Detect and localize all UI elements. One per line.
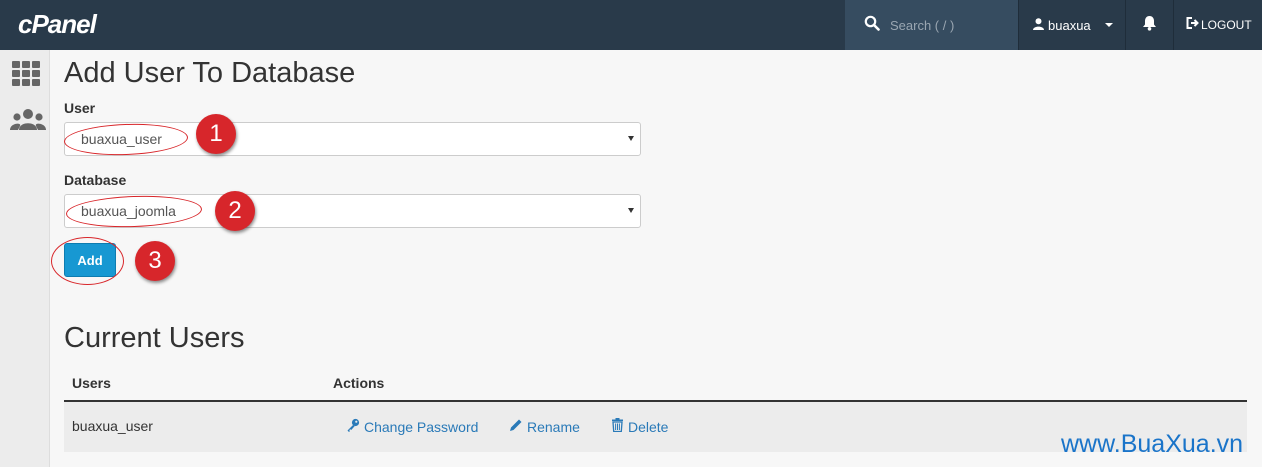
page-title: Add User To Database: [64, 57, 356, 89]
logout-button[interactable]: LOGOUT: [1186, 17, 1252, 32]
delete-link[interactable]: Delete: [611, 418, 668, 435]
top-navbar: cPanel buaxua LOGOUT: [0, 0, 1262, 50]
change-password-label: Change Password: [364, 418, 479, 435]
search-input[interactable]: [890, 15, 1010, 35]
rename-link[interactable]: Rename: [509, 418, 580, 435]
select-arrow-icon: [628, 136, 634, 141]
column-header-users: Users: [72, 375, 111, 391]
users-icon[interactable]: [10, 106, 46, 136]
database-label: Database: [64, 172, 127, 188]
bell-icon: [1142, 15, 1157, 36]
cpanel-logo[interactable]: cPanel: [18, 9, 97, 40]
select-arrow-icon: [628, 208, 634, 213]
chevron-down-icon: [1104, 23, 1113, 27]
user-icon: [1033, 17, 1044, 33]
trash-icon: [611, 418, 628, 435]
username: buaxua: [1048, 17, 1091, 33]
column-header-actions: Actions: [333, 375, 385, 391]
logout-label: LOGOUT: [1201, 17, 1252, 32]
delete-label: Delete: [628, 418, 669, 435]
rename-label: Rename: [527, 418, 580, 435]
user-label: User: [64, 100, 96, 116]
pencil-icon: [509, 418, 527, 435]
watermark: www.BuaXua.vn: [1061, 430, 1244, 458]
annotation-ellipse-3: [51, 237, 124, 285]
change-password-link[interactable]: Change Password: [346, 418, 478, 435]
grid-icon[interactable]: [10, 58, 42, 88]
current-users-title: Current Users: [64, 322, 245, 354]
notifications-button[interactable]: [1126, 0, 1174, 50]
user-menu[interactable]: buaxua: [1018, 0, 1126, 50]
table-header: Users Actions: [64, 366, 1247, 402]
logout-icon: [1186, 17, 1199, 32]
annotation-badge-1: 1: [196, 114, 236, 154]
annotation-badge-2: 2: [215, 191, 255, 231]
user-cell: buaxua_user: [72, 418, 153, 434]
annotation-badge-3: 3: [135, 241, 175, 281]
key-icon: [346, 418, 364, 435]
search-icon: [864, 15, 880, 36]
sidebar: [0, 50, 50, 467]
